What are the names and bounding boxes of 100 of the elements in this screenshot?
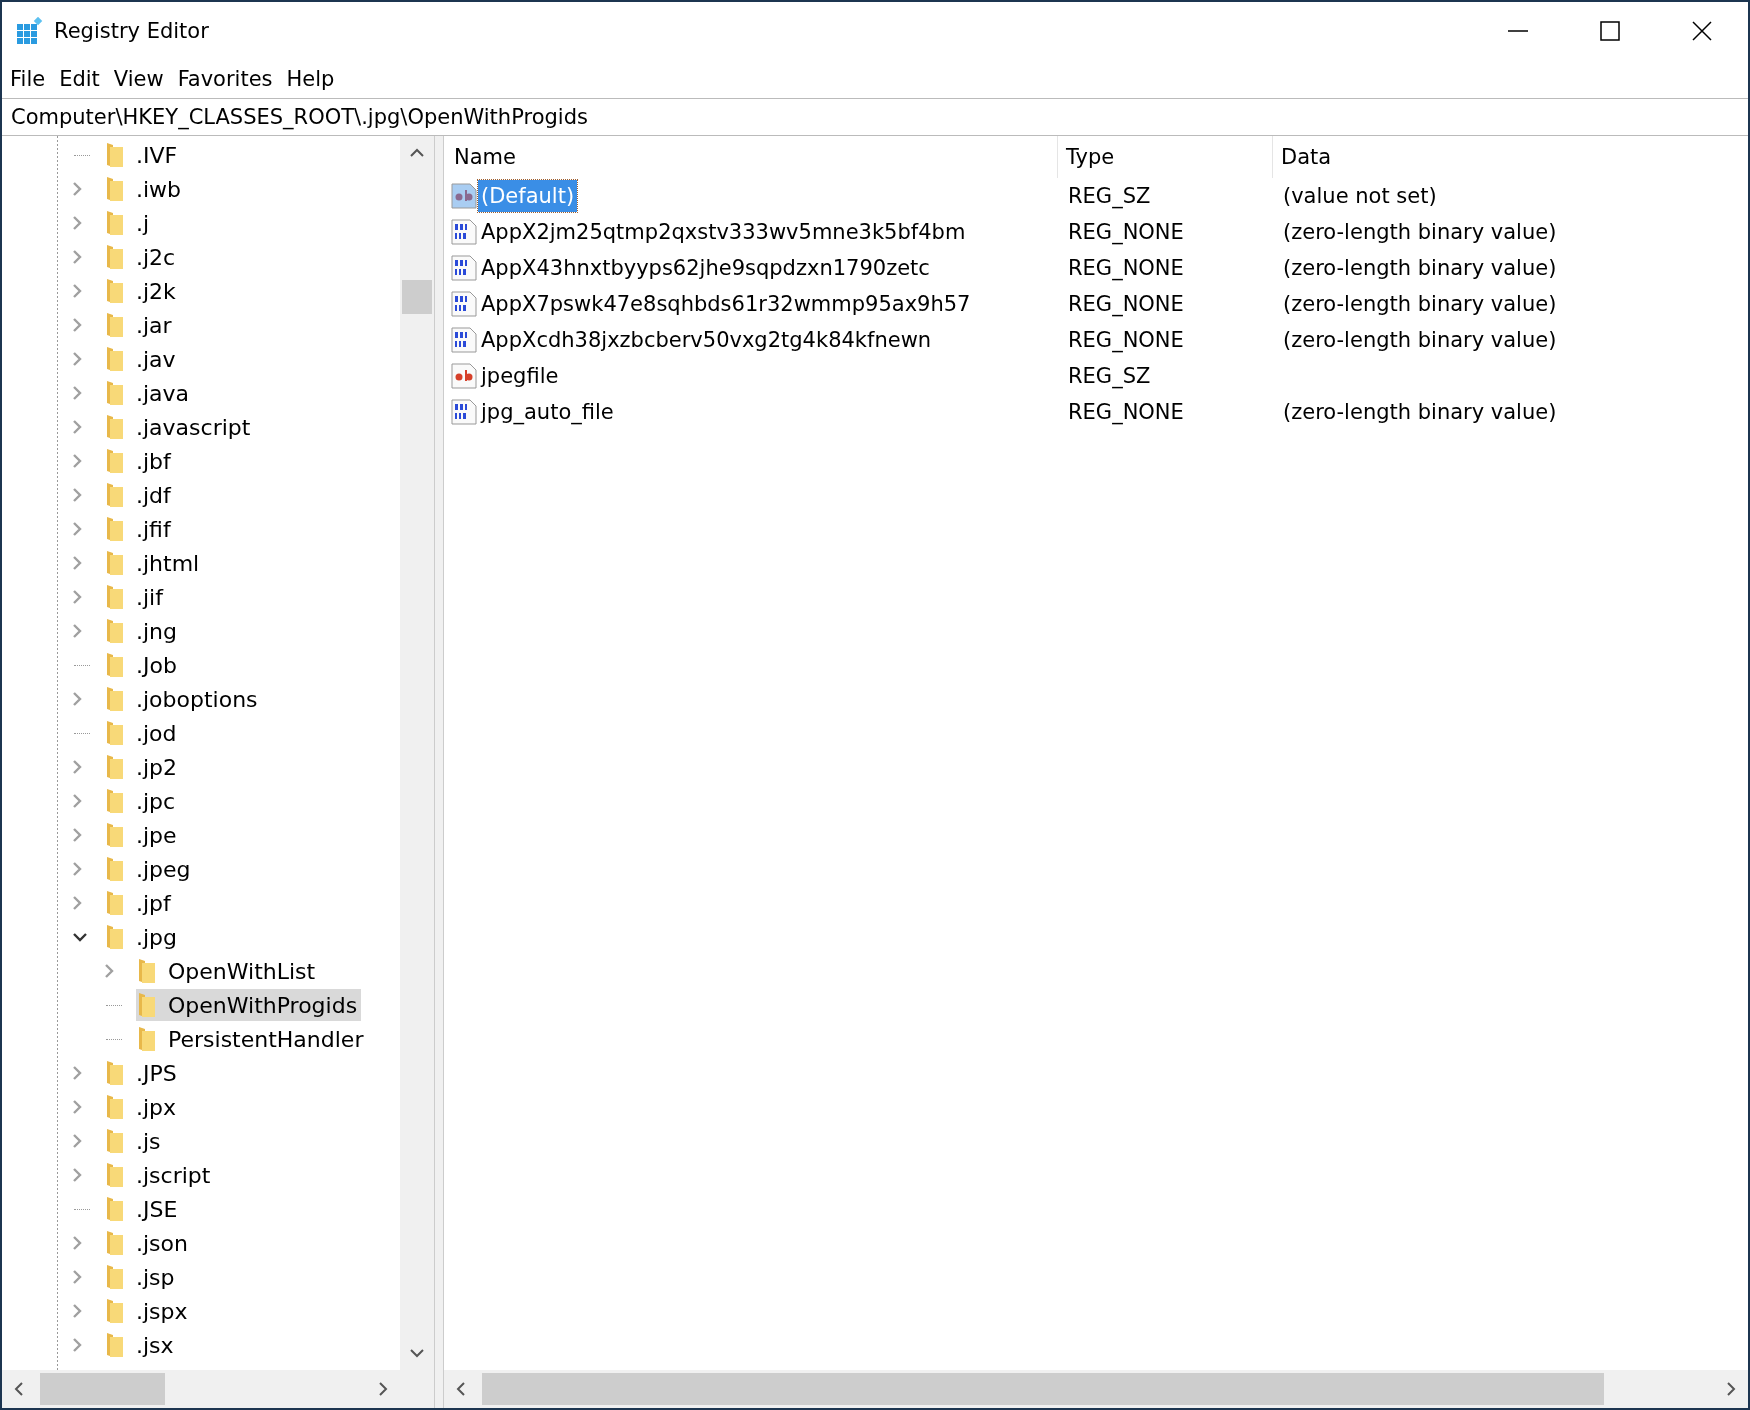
tree-item[interactable]: .jpeg — [104, 853, 195, 885]
tree-item[interactable]: .jp2 — [104, 751, 182, 783]
chevron-right-icon[interactable] — [72, 215, 82, 231]
value-name[interactable]: AppX43hnxtbyyps62jhe9sqpdzxn1790zetc — [478, 252, 933, 284]
tree-item[interactable]: OpenWithProgids — [136, 989, 362, 1021]
chevron-right-icon[interactable] — [72, 317, 82, 333]
horizontal-scrollbar[interactable] — [444, 1370, 1748, 1408]
scroll-thumb[interactable] — [402, 280, 432, 314]
folder-icon — [106, 1264, 124, 1290]
tree-item[interactable]: .java — [104, 377, 194, 409]
folder-icon — [106, 380, 124, 406]
tree-item[interactable]: .iwb — [104, 173, 186, 205]
tree-item[interactable]: .j — [104, 207, 154, 239]
chevron-right-icon[interactable] — [72, 895, 82, 911]
tree-item[interactable]: .JPS — [104, 1057, 181, 1089]
value-name[interactable]: jpg_auto_file — [478, 396, 617, 428]
tree-item[interactable]: .jscript — [104, 1159, 215, 1191]
pane-splitter[interactable] — [434, 136, 444, 1408]
tree-item[interactable]: .jpx — [104, 1091, 181, 1123]
tree-item[interactable]: .jhtml — [104, 547, 204, 579]
chevron-right-icon[interactable] — [72, 385, 82, 401]
column-header[interactable]: Type — [1058, 136, 1273, 178]
column-header[interactable]: Data — [1273, 136, 1748, 178]
scroll-thumb[interactable] — [482, 1373, 1604, 1405]
chevron-right-icon[interactable] — [72, 555, 82, 571]
tree-item[interactable]: .jfif — [104, 513, 175, 545]
chevron-right-icon[interactable] — [72, 861, 82, 877]
tree-item[interactable]: .jod — [104, 717, 181, 749]
chevron-right-icon[interactable] — [72, 827, 82, 843]
tree-item[interactable]: .json — [104, 1227, 192, 1259]
value-name[interactable]: AppX7pswk47e8sqhbds61r32wmmp95ax9h57 — [478, 288, 974, 320]
menu-item[interactable]: Favorites — [177, 67, 273, 91]
chevron-right-icon[interactable] — [72, 453, 82, 469]
menu-item[interactable]: Help — [286, 67, 335, 91]
tree-item[interactable]: .IVF — [104, 139, 182, 171]
chevron-down-icon[interactable] — [72, 932, 88, 942]
vertical-scrollbar[interactable] — [400, 136, 434, 1370]
menu-item[interactable]: Edit — [59, 67, 100, 91]
chevron-right-icon[interactable] — [72, 521, 82, 537]
value-name[interactable]: jpegfile — [478, 360, 562, 392]
folder-icon — [106, 1298, 124, 1324]
scroll-left-icon[interactable] — [14, 1382, 24, 1396]
chevron-right-icon[interactable] — [72, 623, 82, 639]
chevron-right-icon[interactable] — [104, 963, 114, 979]
chevron-right-icon[interactable] — [72, 487, 82, 503]
chevron-right-icon[interactable] — [72, 1235, 82, 1251]
tree-item[interactable]: .jpg — [104, 921, 182, 953]
address-field[interactable]: Computer\HKEY_CLASSES_ROOT\.jpg\OpenWithProgids — [2, 98, 1748, 136]
tree-item[interactable]: .jpe — [104, 819, 181, 851]
tree-item[interactable]: .jbf — [104, 445, 175, 477]
tree-item[interactable]: .javascript — [104, 411, 255, 443]
menu-item[interactable]: View — [113, 67, 164, 91]
chevron-right-icon[interactable] — [72, 1303, 82, 1319]
tree-item[interactable]: PersistentHandler — [136, 1023, 368, 1055]
tree-item[interactable]: .Job — [104, 649, 181, 681]
chevron-right-icon[interactable] — [72, 1337, 82, 1353]
tree-item[interactable]: .jav — [104, 343, 180, 375]
tree-item[interactable]: .j2k — [104, 275, 180, 307]
string-value-icon — [450, 182, 478, 210]
chevron-right-icon[interactable] — [72, 793, 82, 809]
scroll-thumb[interactable] — [40, 1373, 165, 1405]
value-name[interactable]: AppX2jm25qtmp2qxstv333wv5mne3k5bf4bm — [478, 216, 969, 248]
chevron-right-icon[interactable] — [72, 1065, 82, 1081]
chevron-right-icon[interactable] — [72, 351, 82, 367]
scroll-left-icon[interactable] — [456, 1382, 466, 1396]
scroll-up-icon[interactable] — [410, 148, 424, 158]
chevron-right-icon[interactable] — [72, 283, 82, 299]
value-data: (zero-length binary value) — [1283, 292, 1557, 316]
chevron-right-icon[interactable] — [72, 249, 82, 265]
chevron-right-icon[interactable] — [72, 1133, 82, 1149]
tree-item[interactable]: .j2c — [104, 241, 180, 273]
chevron-right-icon[interactable] — [72, 181, 82, 197]
horizontal-scrollbar[interactable] — [2, 1370, 434, 1408]
folder-icon — [106, 516, 124, 542]
tree-item[interactable]: .jsp — [104, 1261, 179, 1293]
chevron-right-icon[interactable] — [72, 1167, 82, 1183]
tree-item[interactable]: .jdf — [104, 479, 175, 511]
tree-item[interactable]: .jif — [104, 581, 167, 613]
tree-item[interactable]: OpenWithList — [136, 955, 320, 987]
chevron-right-icon[interactable] — [72, 759, 82, 775]
tree-item[interactable]: .jpc — [104, 785, 180, 817]
tree-item[interactable]: .jar — [104, 309, 176, 341]
chevron-right-icon[interactable] — [72, 1099, 82, 1115]
chevron-right-icon[interactable] — [72, 691, 82, 707]
menu-item[interactable]: File — [10, 67, 46, 91]
tree-item[interactable]: .joboptions — [104, 683, 262, 715]
tree-item[interactable]: .jspx — [104, 1295, 192, 1327]
scroll-right-icon[interactable] — [1726, 1382, 1736, 1396]
tree-item[interactable]: .js — [104, 1125, 165, 1157]
column-header[interactable]: Name — [448, 136, 1058, 178]
tree-item[interactable]: .jsx — [104, 1329, 178, 1361]
tree-item[interactable]: .jpf — [104, 887, 175, 919]
tree-item[interactable]: .jng — [104, 615, 181, 647]
chevron-right-icon[interactable] — [72, 589, 82, 605]
scroll-right-icon[interactable] — [378, 1382, 388, 1396]
scroll-down-icon[interactable] — [410, 1348, 424, 1358]
chevron-right-icon[interactable] — [72, 419, 82, 435]
chevron-right-icon[interactable] — [72, 1269, 82, 1285]
tree-item[interactable]: .JSE — [104, 1193, 182, 1225]
value-name[interactable]: AppXcdh38jxzbcberv50vxg2tg4k84kfnewn — [478, 324, 935, 356]
